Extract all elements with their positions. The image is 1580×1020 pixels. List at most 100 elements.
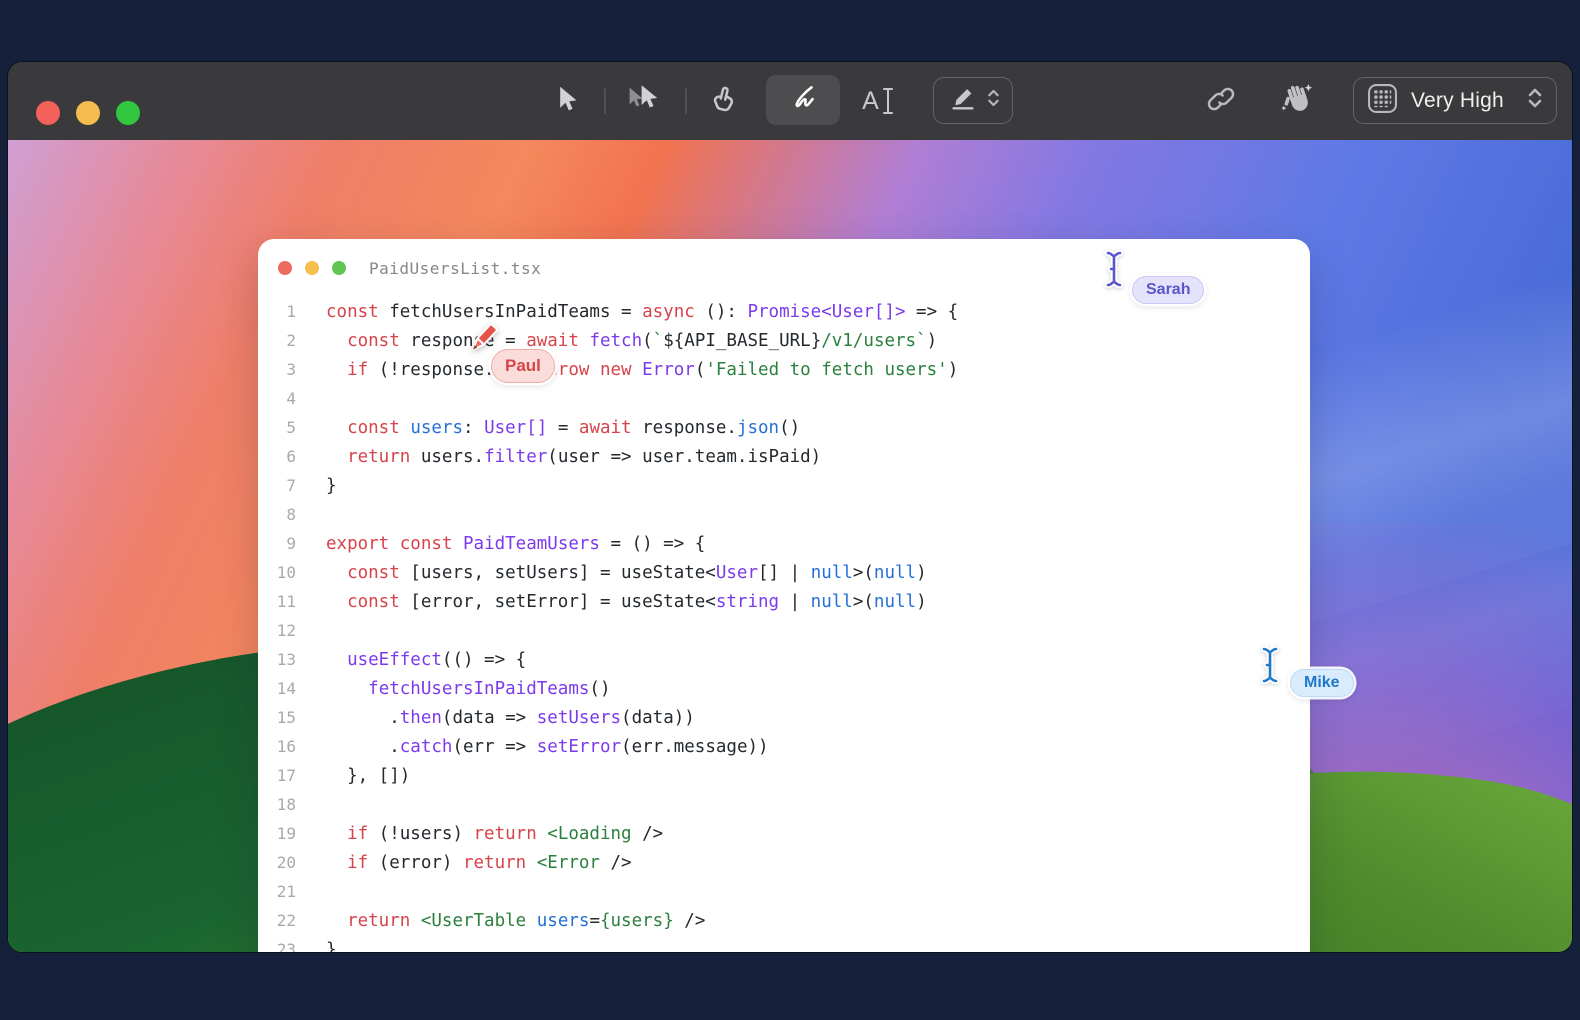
line-number: 16 [258,737,296,756]
code-editor-window: PaidUsersList.tsx 1const fetchUsersInPai… [258,239,1310,952]
clap-hands-icon [1279,81,1315,122]
clap-tool-button[interactable] [1278,62,1316,140]
code-line: 15 .then(data => setUsers(data)) [258,703,1310,732]
close-button[interactable] [36,101,60,125]
code-line: 16 .catch(err => setError(err.message)) [258,732,1310,761]
code-line: 14 fetchUsersInPaidTeams() [258,674,1310,703]
zoom-button[interactable] [116,101,140,125]
code-text: fetchUsersInPaidTeams() [296,679,611,699]
toolbar: A [8,62,1572,140]
line-number: 19 [258,824,296,843]
code-line: 4 [258,384,1310,413]
link-icon [1206,84,1236,119]
line-number: 8 [258,505,296,524]
line-number: 12 [258,621,296,640]
code-text: const [error, setError] = useState<strin… [296,592,927,612]
code-text: return users.filter(user => user.team.is… [296,447,821,467]
editor-close-button[interactable] [278,261,292,275]
toolbar-separator [685,88,687,114]
line-number: 13 [258,650,296,669]
code-text: return <UserTable users={users} /> [296,911,705,931]
code-text: .then(data => setUsers(data)) [296,708,695,728]
collaborator-text-cursor-icon [1102,248,1126,295]
code-text: if (error) return <Error /> [296,853,632,873]
code-text: .catch(err => setError(err.message)) [296,737,769,757]
toolbar-separator [604,88,606,114]
editor-zoom-button[interactable] [332,261,346,275]
line-number: 22 [258,911,296,930]
editor-minimize-button[interactable] [305,261,319,275]
line-number: 3 [258,360,296,379]
line-number: 11 [258,592,296,611]
code-line: 8 [258,500,1310,529]
line-number: 23 [258,940,296,952]
quality-dropdown[interactable]: Very High [1353,77,1557,124]
code-text: } [296,476,337,496]
code-text: const users: User[] = await response.jso… [296,418,800,438]
collaborator-text-cursor-icon [1258,644,1282,691]
shared-screen-wallpaper: PaidUsersList.tsx 1const fetchUsersInPai… [8,140,1572,952]
grid-icon [1367,83,1398,119]
screen-share-window: A [8,62,1572,952]
line-number: 5 [258,418,296,437]
code-line: 21 [258,877,1310,906]
line-number: 20 [258,853,296,872]
multi-cursor-icon [626,84,662,119]
quality-label: Very High [1411,89,1504,113]
code-line: 6 return users.filter(user => user.team.… [258,442,1310,471]
stroke-width-dropdown[interactable] [933,77,1013,124]
text-tool-icon: A [862,86,894,116]
code-line: 7} [258,471,1310,500]
code-line: 10 const [users, setUsers] = useState<Us… [258,558,1310,587]
code-text: if (!response.ok) throw new Error('Faile… [296,360,958,380]
minimize-button[interactable] [76,101,100,125]
chevron-up-down-icon [987,87,1000,114]
link-tool-button[interactable] [1204,62,1238,140]
code-line: 18 [258,790,1310,819]
code-line: 13 useEffect(() => { [258,645,1310,674]
line-number: 7 [258,476,296,495]
draw-tool-button[interactable] [766,75,840,125]
code-line: 3 if (!response.ok) throw new Error('Fai… [258,355,1310,384]
code-line: 23} [258,935,1310,952]
code-line: 5 const users: User[] = await response.j… [258,413,1310,442]
code-text: const fetchUsersInPaidTeams = async (): … [296,302,958,322]
line-number: 2 [258,331,296,350]
pencil-stroke-icon [947,83,977,118]
collaborator-name-badge: Mike [1290,669,1354,697]
code-text: const [users, setUsers] = useState<User[… [296,563,927,583]
editor-file-title: PaidUsersList.tsx [369,259,541,278]
code-line: 22 return <UserTable users={users} /> [258,906,1310,935]
chevron-up-down-icon [1527,85,1543,116]
code-line: 12 [258,616,1310,645]
code-text: useEffect(() => { [296,650,526,670]
line-number: 15 [258,708,296,727]
code-text: } [296,940,337,953]
pointing-hand-icon [707,83,739,120]
line-number: 10 [258,563,296,582]
code-line: 19 if (!users) return <Loading /> [258,819,1310,848]
text-tool-letter: A [862,87,879,116]
line-number: 9 [258,534,296,553]
line-number: 4 [258,389,296,408]
line-number: 14 [258,679,296,698]
desktop-background: A [0,0,1580,1020]
multi-cursor-tool-button[interactable] [624,62,664,140]
code-area: 1const fetchUsersInPaidTeams = async ():… [258,297,1310,952]
code-line: 9export const PaidTeamUsers = () => { [258,529,1310,558]
window-controls [36,101,140,125]
cursor-tool-button[interactable] [552,62,580,140]
code-line: 20 if (error) return <Error /> [258,848,1310,877]
code-line: 17 }, []) [258,761,1310,790]
code-text: const response = await fetch(`${API_BASE… [296,331,937,351]
code-text: export const PaidTeamUsers = () => { [296,534,705,554]
line-number: 17 [258,766,296,785]
touch-tool-button[interactable] [706,62,740,140]
text-tool-button[interactable]: A [854,62,902,140]
code-text: if (!users) return <Loading /> [296,824,663,844]
cursor-icon [554,85,578,118]
code-line: 11 const [error, setError] = useState<st… [258,587,1310,616]
line-number: 1 [258,302,296,321]
collaborator-name-badge: Sarah [1132,276,1204,304]
line-number: 21 [258,882,296,901]
